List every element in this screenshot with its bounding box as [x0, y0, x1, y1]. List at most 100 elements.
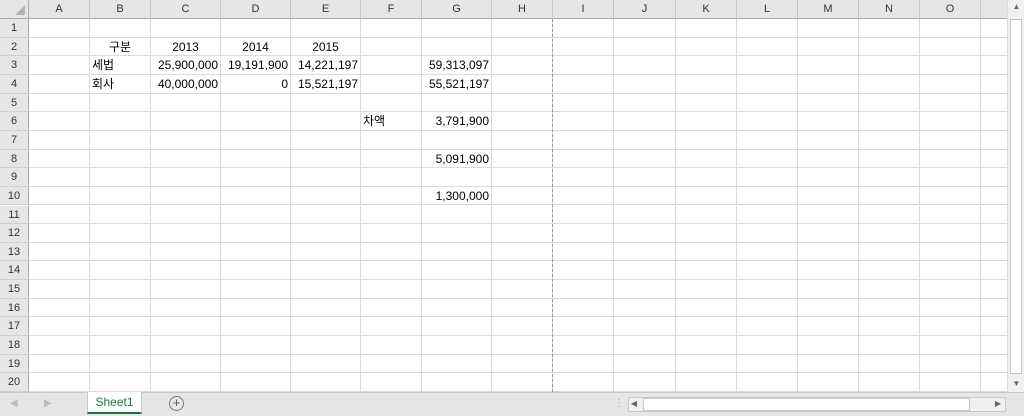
- cell-C14[interactable]: [151, 261, 221, 281]
- cell-M5[interactable]: [798, 93, 859, 113]
- cell-N13[interactable]: [859, 242, 920, 262]
- cell-O4[interactable]: [920, 74, 981, 94]
- cell-A3[interactable]: [29, 56, 90, 75]
- cell-N20[interactable]: [859, 373, 920, 392]
- scroll-down-icon[interactable]: ▼: [1008, 379, 1024, 388]
- cell-L15[interactable]: [737, 280, 798, 299]
- cell-L9[interactable]: [737, 168, 798, 187]
- cell-K12[interactable]: [676, 224, 737, 243]
- cell-J13[interactable]: [614, 242, 676, 262]
- cell-L14[interactable]: [737, 261, 798, 281]
- cell-H15[interactable]: [492, 280, 553, 299]
- cell-C3[interactable]: 25,900,000: [151, 56, 221, 75]
- cell-E7[interactable]: [291, 130, 361, 150]
- cell-J2[interactable]: [614, 37, 676, 57]
- cell-H6[interactable]: [492, 112, 553, 131]
- cell-F20[interactable]: [361, 373, 422, 392]
- cell-M6[interactable]: [798, 112, 859, 131]
- cell-N1[interactable]: [859, 19, 920, 38]
- cell-D8[interactable]: [221, 149, 291, 169]
- cell-L3[interactable]: [737, 56, 798, 75]
- cell-F8[interactable]: [361, 149, 422, 169]
- cell-M20[interactable]: [798, 373, 859, 392]
- cell-M14[interactable]: [798, 261, 859, 281]
- cell-L7[interactable]: [737, 130, 798, 150]
- cell-H16[interactable]: [492, 298, 553, 318]
- cell-H2[interactable]: [492, 37, 553, 57]
- cell-M1[interactable]: [798, 19, 859, 38]
- cell-I13[interactable]: [553, 242, 614, 262]
- cell-K20[interactable]: [676, 373, 737, 392]
- cell-P11[interactable]: [981, 206, 1007, 225]
- cell-F2[interactable]: [361, 37, 422, 57]
- cell-K10[interactable]: [676, 186, 737, 206]
- cell-M12[interactable]: [798, 224, 859, 243]
- spreadsheet-grid[interactable]: A B C D E F G H I J K L M N O 1 2 구분 2013 2014 2015 3 세법 25,900…: [0, 0, 1007, 392]
- cell-G8[interactable]: 5,091,900: [422, 149, 492, 169]
- cell-K14[interactable]: [676, 261, 737, 281]
- cell-G2[interactable]: [422, 37, 492, 57]
- cell-O16[interactable]: [920, 298, 981, 318]
- row-header-14[interactable]: 14: [0, 261, 29, 281]
- cell-O18[interactable]: [920, 336, 981, 355]
- cell-K4[interactable]: [676, 74, 737, 94]
- cell-N4[interactable]: [859, 74, 920, 94]
- cell-B19[interactable]: [90, 354, 151, 374]
- cell-H10[interactable]: [492, 186, 553, 206]
- row-header-15[interactable]: 15: [0, 280, 29, 299]
- cell-A15[interactable]: [29, 280, 90, 299]
- cell-F9[interactable]: [361, 168, 422, 187]
- cell-O17[interactable]: [920, 317, 981, 337]
- cell-B15[interactable]: [90, 280, 151, 299]
- cell-H1[interactable]: [492, 19, 553, 38]
- cell-E5[interactable]: [291, 93, 361, 113]
- cell-N5[interactable]: [859, 93, 920, 113]
- cell-C20[interactable]: [151, 373, 221, 392]
- cell-A20[interactable]: [29, 373, 90, 392]
- cell-C6[interactable]: [151, 112, 221, 131]
- row-header-8[interactable]: 8: [0, 149, 29, 169]
- cell-E16[interactable]: [291, 298, 361, 318]
- cell-G10[interactable]: 1,300,000: [422, 186, 492, 206]
- cell-D6[interactable]: [221, 112, 291, 131]
- cell-L8[interactable]: [737, 149, 798, 169]
- cell-K7[interactable]: [676, 130, 737, 150]
- cell-A2[interactable]: [29, 37, 90, 57]
- row-header-20[interactable]: 20: [0, 373, 29, 392]
- cell-G6[interactable]: 3,791,900: [422, 112, 492, 131]
- cell-B5[interactable]: [90, 93, 151, 113]
- cell-O11[interactable]: [920, 205, 981, 225]
- cell-B20[interactable]: [90, 373, 151, 392]
- cell-J6[interactable]: [614, 112, 676, 131]
- add-sheet-button[interactable]: +: [169, 396, 184, 411]
- cell-P17[interactable]: [981, 317, 1007, 337]
- cell-D16[interactable]: [221, 298, 291, 318]
- cell-K18[interactable]: [676, 336, 737, 355]
- cell-J14[interactable]: [614, 261, 676, 281]
- row-header-13[interactable]: 13: [0, 242, 29, 262]
- cell-G4[interactable]: 55,521,197: [422, 74, 492, 94]
- row-header-18[interactable]: 18: [0, 336, 29, 355]
- cell-B1[interactable]: [90, 19, 151, 38]
- cell-H7[interactable]: [492, 130, 553, 150]
- cell-I7[interactable]: [553, 130, 614, 150]
- cell-B14[interactable]: [90, 261, 151, 281]
- cell-A10[interactable]: [29, 186, 90, 206]
- cell-I9[interactable]: [553, 168, 614, 187]
- scroll-right-icon[interactable]: ▶: [991, 399, 1005, 408]
- column-header-G[interactable]: G: [422, 0, 492, 19]
- cell-L2[interactable]: [737, 37, 798, 57]
- cell-H3[interactable]: [492, 56, 553, 75]
- cell-H17[interactable]: [492, 317, 553, 337]
- cell-H8[interactable]: [492, 149, 553, 169]
- cell-O19[interactable]: [920, 354, 981, 374]
- cell-I11[interactable]: [553, 205, 614, 225]
- cell-O8[interactable]: [920, 149, 981, 169]
- cell-B2[interactable]: 구분: [90, 37, 151, 57]
- cell-D15[interactable]: [221, 280, 291, 299]
- cell-B18[interactable]: [90, 336, 151, 355]
- cell-I6[interactable]: [553, 112, 614, 131]
- cell-A5[interactable]: [29, 93, 90, 113]
- cell-E20[interactable]: [291, 373, 361, 392]
- cell-D18[interactable]: [221, 336, 291, 355]
